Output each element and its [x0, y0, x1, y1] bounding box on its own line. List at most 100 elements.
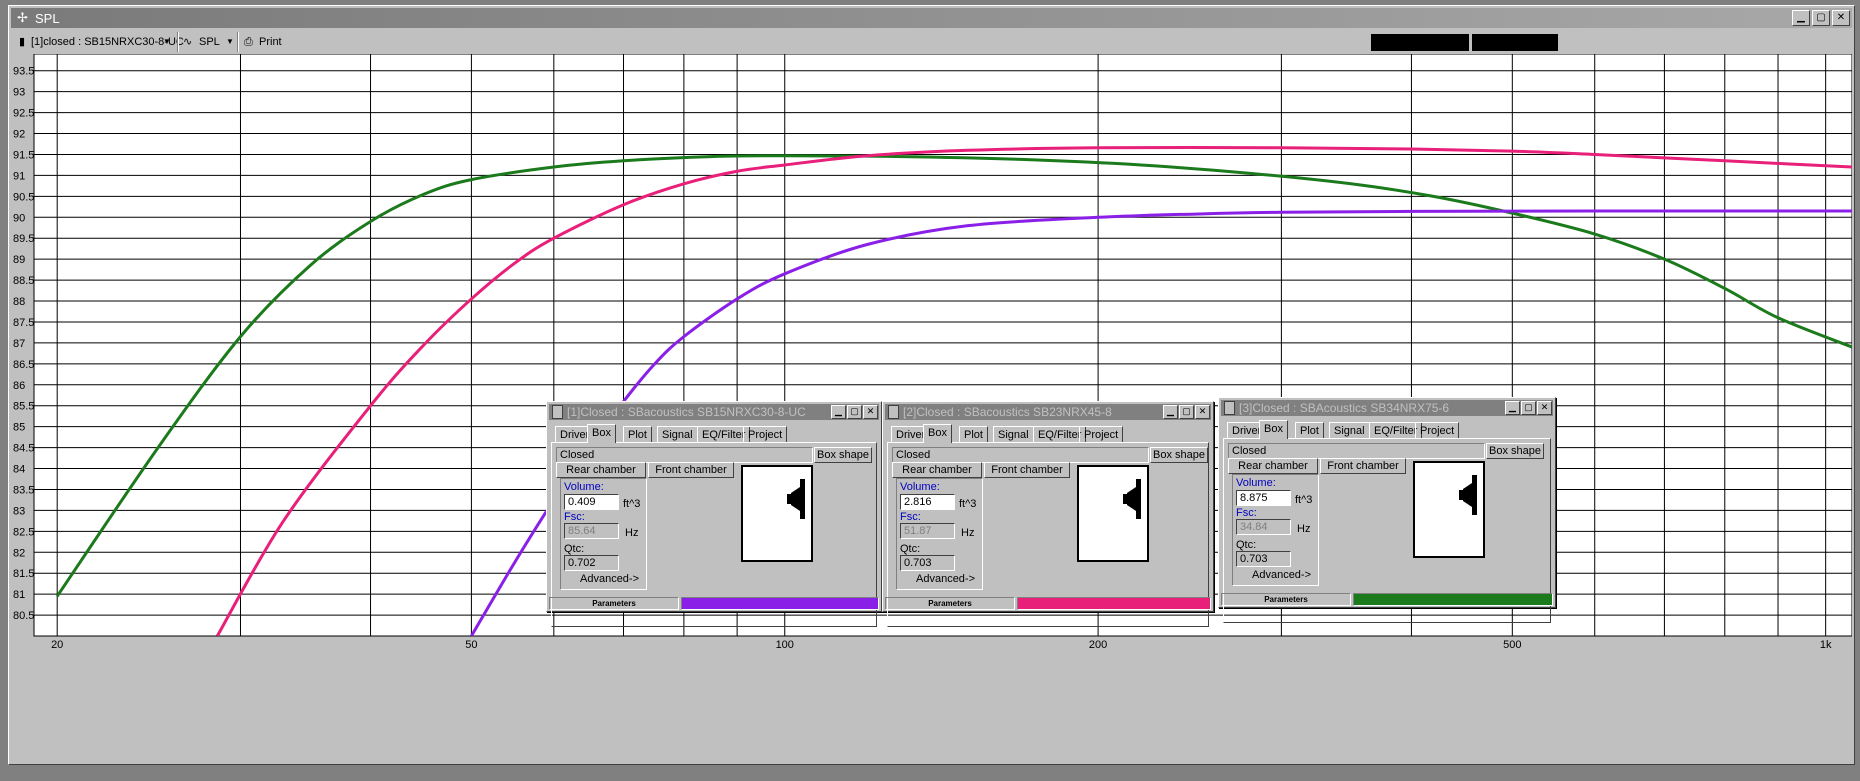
x-tick-label: 100 [776, 639, 794, 651]
tab-project[interactable]: Project [1415, 422, 1460, 439]
tab-strip: Driver Box Plot Signal EQ/Filter Project [551, 424, 877, 444]
maximize-icon[interactable]: ▢ [1521, 401, 1536, 415]
tab-plot[interactable]: Plot [1295, 422, 1324, 439]
project-selector[interactable]: [1]closed : SB15NRXC30-8-UC [31, 34, 184, 50]
y-tick-label: 81.5 [13, 568, 34, 580]
box-type-field[interactable]: Closed [1228, 443, 1485, 459]
fsc-unit: Hz [625, 527, 639, 539]
box-window-titlebar[interactable]: [3]Closed : SBAcoustics SB34NRX75-6 ▁ ▢ … [1221, 400, 1553, 416]
tab-signal[interactable]: Signal [657, 426, 698, 443]
maximize-icon[interactable]: ▢ [847, 405, 862, 419]
minimize-icon[interactable]: ▁ [831, 405, 846, 419]
box-status-bar: Parameters [885, 597, 1211, 610]
volume-unit: ft^3 [1295, 494, 1313, 506]
speaker-icon [787, 479, 805, 519]
tab-box[interactable]: Box [587, 424, 616, 443]
volume-field[interactable]: 2.816 [900, 494, 955, 510]
y-tick-label: 90 [13, 212, 25, 224]
tab-signal[interactable]: Signal [1329, 422, 1370, 439]
plot-selector[interactable]: SPL [199, 34, 220, 50]
advanced-button[interactable]: Advanced-> [916, 573, 975, 585]
qtc-label: Qtc: [564, 543, 585, 555]
front-chamber-button[interactable]: Front chamber [648, 462, 734, 478]
rear-chamber-button[interactable]: Rear chamber [556, 462, 646, 478]
y-tick-label: 90.5 [13, 191, 34, 203]
chevron-down-icon[interactable]: ▼ [226, 34, 234, 50]
y-tick-label: 93 [13, 87, 25, 99]
chevron-down-icon[interactable]: ▼ [163, 34, 171, 50]
box-type-field[interactable]: Closed [556, 447, 813, 463]
window-titlebar[interactable]: ✢ SPL ▁ ▢ ✕ [11, 8, 1852, 28]
parameters-pane: Parameters [549, 597, 679, 610]
x-tick-label: 500 [1503, 639, 1521, 651]
tab-plot[interactable]: Plot [623, 426, 652, 443]
box-type-field[interactable]: Closed [892, 447, 1149, 463]
minimize-icon[interactable]: ▁ [1505, 401, 1520, 415]
volume-label: Volume: [1236, 477, 1276, 489]
speaker-icon [1123, 479, 1141, 519]
tab-strip: Driver Box Plot Signal EQ/Filter Project [887, 424, 1209, 444]
print-button[interactable]: Print [259, 34, 282, 50]
front-chamber-button[interactable]: Front chamber [984, 462, 1070, 478]
maximize-icon[interactable]: ▢ [1179, 405, 1194, 419]
box-shape-preview [1413, 461, 1485, 558]
volume-label: Volume: [564, 481, 604, 493]
volume-field[interactable]: 0.409 [564, 494, 619, 510]
tab-project[interactable]: Project [1079, 426, 1124, 443]
parameters-group: Volume: 0.409 ft^3 Fsc: 85.64 Hz Qtc: 0.… [560, 478, 647, 590]
x-tick-label: 1k [1820, 639, 1832, 651]
close-icon[interactable]: ✕ [863, 405, 878, 419]
fsc-label: Fsc: [564, 511, 585, 523]
project-icon: ▮ [19, 36, 26, 48]
printer-icon: ⎙ [244, 36, 253, 48]
fsc-field: 85.64 [564, 523, 619, 539]
qtc-field: 0.703 [900, 555, 955, 571]
advanced-button[interactable]: Advanced-> [1252, 569, 1311, 581]
window-icon [888, 405, 899, 419]
fsc-unit: Hz [1297, 523, 1311, 535]
box-window-titlebar[interactable]: [2]Closed : SBacoustics SB23NRX45-8 ▁ ▢ … [885, 404, 1211, 420]
maximize-icon[interactable]: ▢ [1812, 10, 1830, 26]
y-tick-label: 85.5 [13, 401, 34, 413]
y-tick-label: 80.5 [13, 610, 34, 622]
qtc-field: 0.703 [1236, 551, 1291, 567]
speaker-icon [1459, 475, 1477, 515]
box-window: [1]Closed : SBacoustics SB15NRXC30-8-UC … [546, 401, 882, 627]
close-icon[interactable]: ✕ [1195, 405, 1210, 419]
y-tick-label: 87 [13, 338, 25, 350]
box-shape-button[interactable]: Box shape [1150, 447, 1208, 463]
box-shape-button[interactable]: Box shape [814, 447, 872, 463]
qtc-label: Qtc: [900, 543, 921, 555]
y-tick-label: 92.5 [13, 108, 34, 120]
close-icon[interactable]: ✕ [1832, 10, 1850, 26]
window-icon [1224, 401, 1235, 415]
tab-plot[interactable]: Plot [959, 426, 988, 443]
y-tick-label: 87.5 [13, 317, 34, 329]
parameters-pane: Parameters [885, 597, 1015, 610]
close-icon[interactable]: ✕ [1537, 401, 1552, 415]
rear-chamber-button[interactable]: Rear chamber [1228, 458, 1318, 474]
tab-box[interactable]: Box [1259, 420, 1288, 439]
rear-chamber-button[interactable]: Rear chamber [892, 462, 982, 478]
box-shape-preview [741, 465, 813, 562]
parameters-pane: Parameters [1221, 593, 1351, 606]
minimize-icon[interactable]: ▁ [1163, 405, 1178, 419]
advanced-button[interactable]: Advanced-> [580, 573, 639, 585]
tab-project[interactable]: Project [743, 426, 788, 443]
x-tick-label: 20 [51, 639, 63, 651]
volume-label: Volume: [900, 481, 940, 493]
y-tick-label: 93.5 [13, 66, 34, 78]
y-tick-label: 91.5 [13, 149, 34, 161]
volume-field[interactable]: 8.875 [1236, 490, 1291, 506]
spl-curve-icon: ∿ [183, 36, 193, 48]
box-shape-button[interactable]: Box shape [1486, 443, 1544, 459]
toolbar: ▮ [1]closed : SB15NRXC30-8-UC ▼ ∿ SPL ▼ … [11, 30, 1852, 54]
minimize-icon[interactable]: ▁ [1792, 10, 1810, 26]
spl-window: ✢ SPL ▁ ▢ ✕ ▮ [1]closed : SB15NRXC30-8-U… [8, 5, 1855, 765]
tab-box[interactable]: Box [923, 424, 952, 443]
front-chamber-button[interactable]: Front chamber [1320, 458, 1406, 474]
y-tick-label: 88.5 [13, 275, 34, 287]
tab-signal[interactable]: Signal [993, 426, 1034, 443]
box-window-titlebar[interactable]: [1]Closed : SBacoustics SB15NRXC30-8-UC … [549, 404, 879, 420]
curve-color-swatch [1017, 597, 1211, 610]
